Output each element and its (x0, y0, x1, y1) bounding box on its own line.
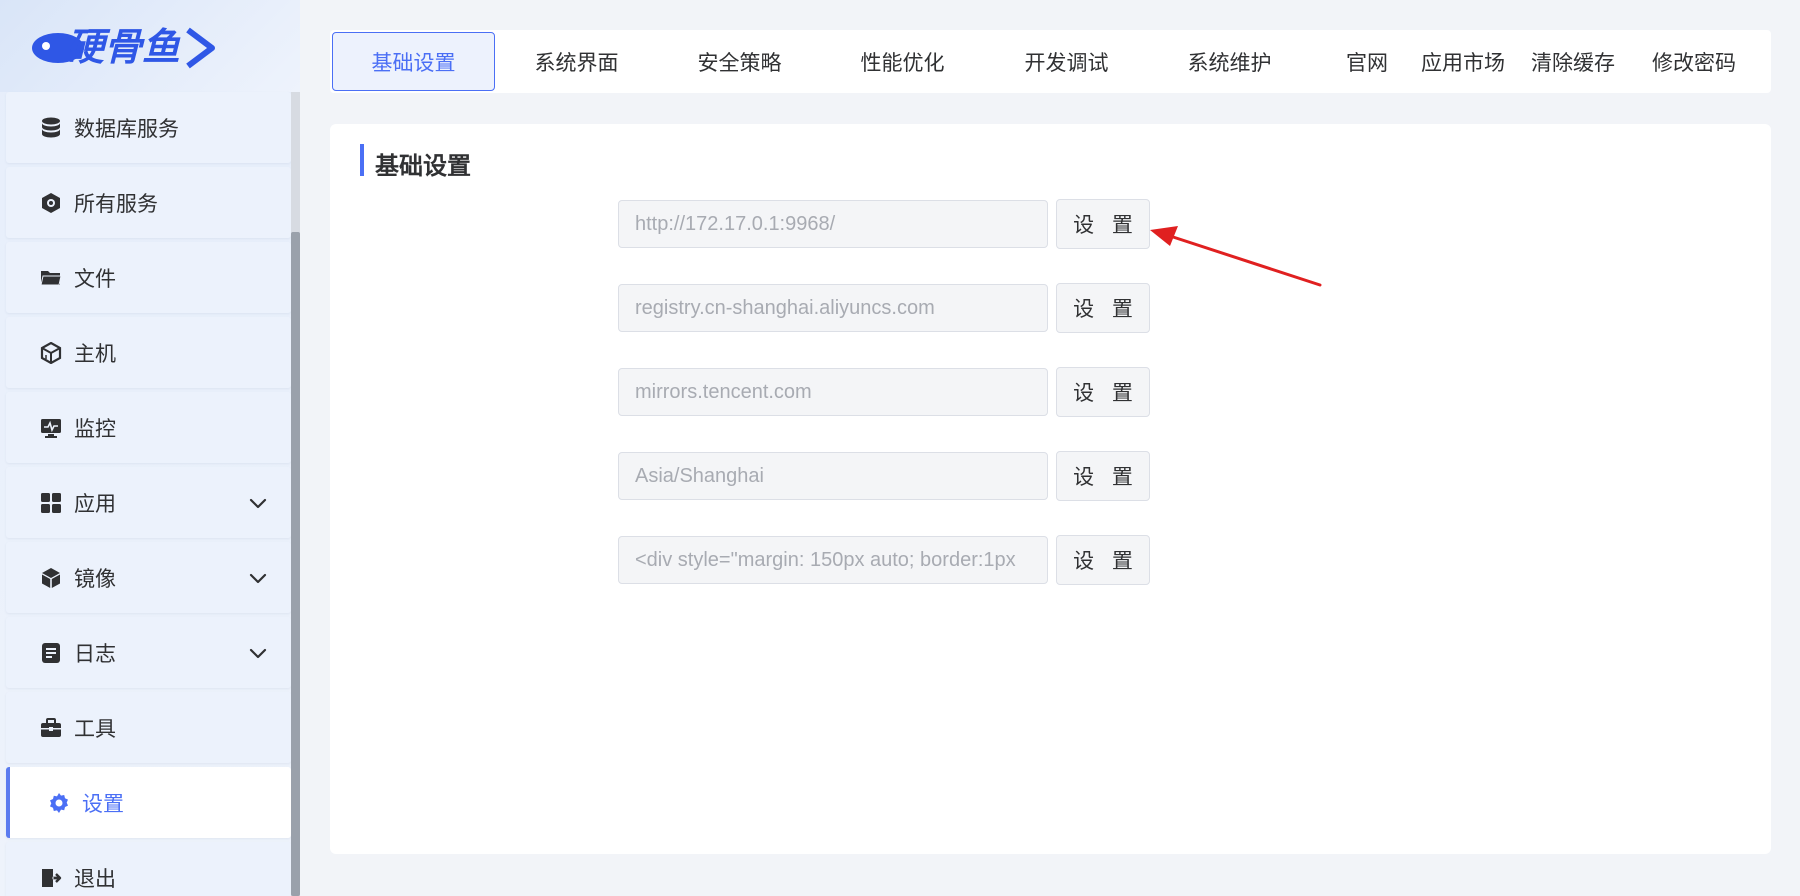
logo-area: 硬骨鱼 (0, 0, 300, 92)
setting-input[interactable] (618, 536, 1048, 584)
brand-logo[interactable]: 硬骨鱼 (28, 20, 218, 72)
services-icon (40, 192, 62, 214)
sidebar-item-label: 所有服务 (74, 192, 158, 216)
setting-input[interactable] (618, 284, 1048, 332)
tab[interactable]: 应用市场 (1410, 32, 1516, 91)
sidebar: 硬骨鱼 数据库服务所有服务文件主机监控应用镜像日志工具设置退出 (0, 0, 300, 896)
chevron-down-icon[interactable] (247, 642, 269, 664)
form-row: 主控网址设 置 (330, 199, 1771, 249)
folder-icon (40, 267, 62, 289)
apps-grid-icon (40, 492, 62, 514)
sidebar-item[interactable]: 设置 (6, 767, 291, 838)
sidebar-item[interactable]: 退出 (6, 842, 291, 896)
log-icon (40, 642, 62, 664)
form-row: 默认网站内容设 置 (330, 535, 1771, 585)
host-cube-icon (40, 341, 62, 364)
set-button[interactable]: 设 置 (1056, 283, 1150, 333)
sidebar-item[interactable]: 文件 (6, 242, 291, 313)
settings-tabbar: 基础设置 系统界面 安全策略 性能优化 开发调试 系统维护 官网 应用市场 清除缓存 修改密码 (330, 30, 1771, 93)
sidebar-scroll-thumb[interactable] (291, 232, 300, 896)
section-title: 基础设置 (375, 153, 471, 180)
sidebar-item[interactable]: 主机 (6, 317, 291, 388)
set-button[interactable]: 设 置 (1056, 535, 1150, 585)
sidebar-item-label: 日志 (74, 642, 116, 666)
annotation-arrow-icon (1150, 226, 1322, 287)
svg-text:硬骨鱼: 硬骨鱼 (66, 25, 181, 69)
sidebar-item-label: 主机 (74, 342, 116, 366)
set-button[interactable]: 设 置 (1056, 199, 1150, 249)
sidebar-item-label: 镜像 (74, 567, 116, 591)
form-row: Linux软件镜像源设 置 (330, 367, 1771, 417)
sidebar-item[interactable]: 监控 (6, 392, 291, 463)
form-row: 时区设 置 (330, 451, 1771, 501)
logout-icon (40, 867, 62, 889)
database-icon (40, 117, 62, 139)
tab[interactable]: 清除缓存 (1518, 32, 1628, 91)
tab[interactable]: 修改密码 (1630, 32, 1758, 91)
tab[interactable]: 基础设置 (332, 32, 495, 91)
image-box-icon (40, 567, 62, 589)
tab[interactable]: 开发调试 (985, 32, 1148, 91)
chevron-down-icon[interactable] (247, 492, 269, 514)
sidebar-menu: 数据库服务所有服务文件主机监控应用镜像日志工具设置退出 (6, 92, 291, 896)
sidebar-item-label: 监控 (74, 417, 116, 441)
setting-input[interactable] (618, 368, 1048, 416)
settings-panel: 基础设置 主控网址设 置 Docker镜像加速源设 置 Linux软件镜像源设 置时… (330, 124, 1771, 854)
section-accent-bar (360, 144, 364, 176)
tab[interactable]: 官网 (1327, 32, 1407, 91)
settings-gear-icon (48, 792, 70, 814)
sidebar-item[interactable]: 所有服务 (6, 167, 291, 238)
sidebar-item[interactable]: 镜像 (6, 542, 291, 613)
set-button[interactable]: 设 置 (1056, 451, 1150, 501)
fish-logo-icon: 硬骨鱼 (32, 25, 215, 69)
set-button[interactable]: 设 置 (1056, 367, 1150, 417)
sidebar-item[interactable]: 工具 (6, 692, 291, 763)
sidebar-item[interactable]: 日志 (6, 617, 291, 688)
sidebar-item-label: 文件 (74, 267, 116, 291)
toolbox-icon (40, 717, 62, 739)
tab[interactable]: 安全策略 (658, 32, 821, 91)
sidebar-item[interactable]: 应用 (6, 467, 291, 538)
sidebar-item-label: 退出 (74, 867, 116, 891)
tab[interactable]: 系统界面 (495, 32, 658, 91)
monitor-icon (40, 417, 62, 439)
form-row: Docker镜像加速源设 置 (330, 283, 1771, 333)
setting-input[interactable] (618, 200, 1048, 248)
sidebar-item-label: 工具 (74, 717, 116, 741)
sidebar-item-label: 数据库服务 (74, 117, 179, 141)
sidebar-item-label: 设置 (82, 792, 124, 816)
setting-input[interactable] (618, 452, 1048, 500)
tab[interactable]: 系统维护 (1148, 32, 1311, 91)
sidebar-scrollbar[interactable] (291, 92, 300, 896)
tab[interactable]: 性能优化 (821, 32, 984, 91)
chevron-down-icon[interactable] (247, 567, 269, 589)
sidebar-item[interactable]: 数据库服务 (6, 92, 291, 163)
sidebar-item-label: 应用 (74, 492, 116, 516)
